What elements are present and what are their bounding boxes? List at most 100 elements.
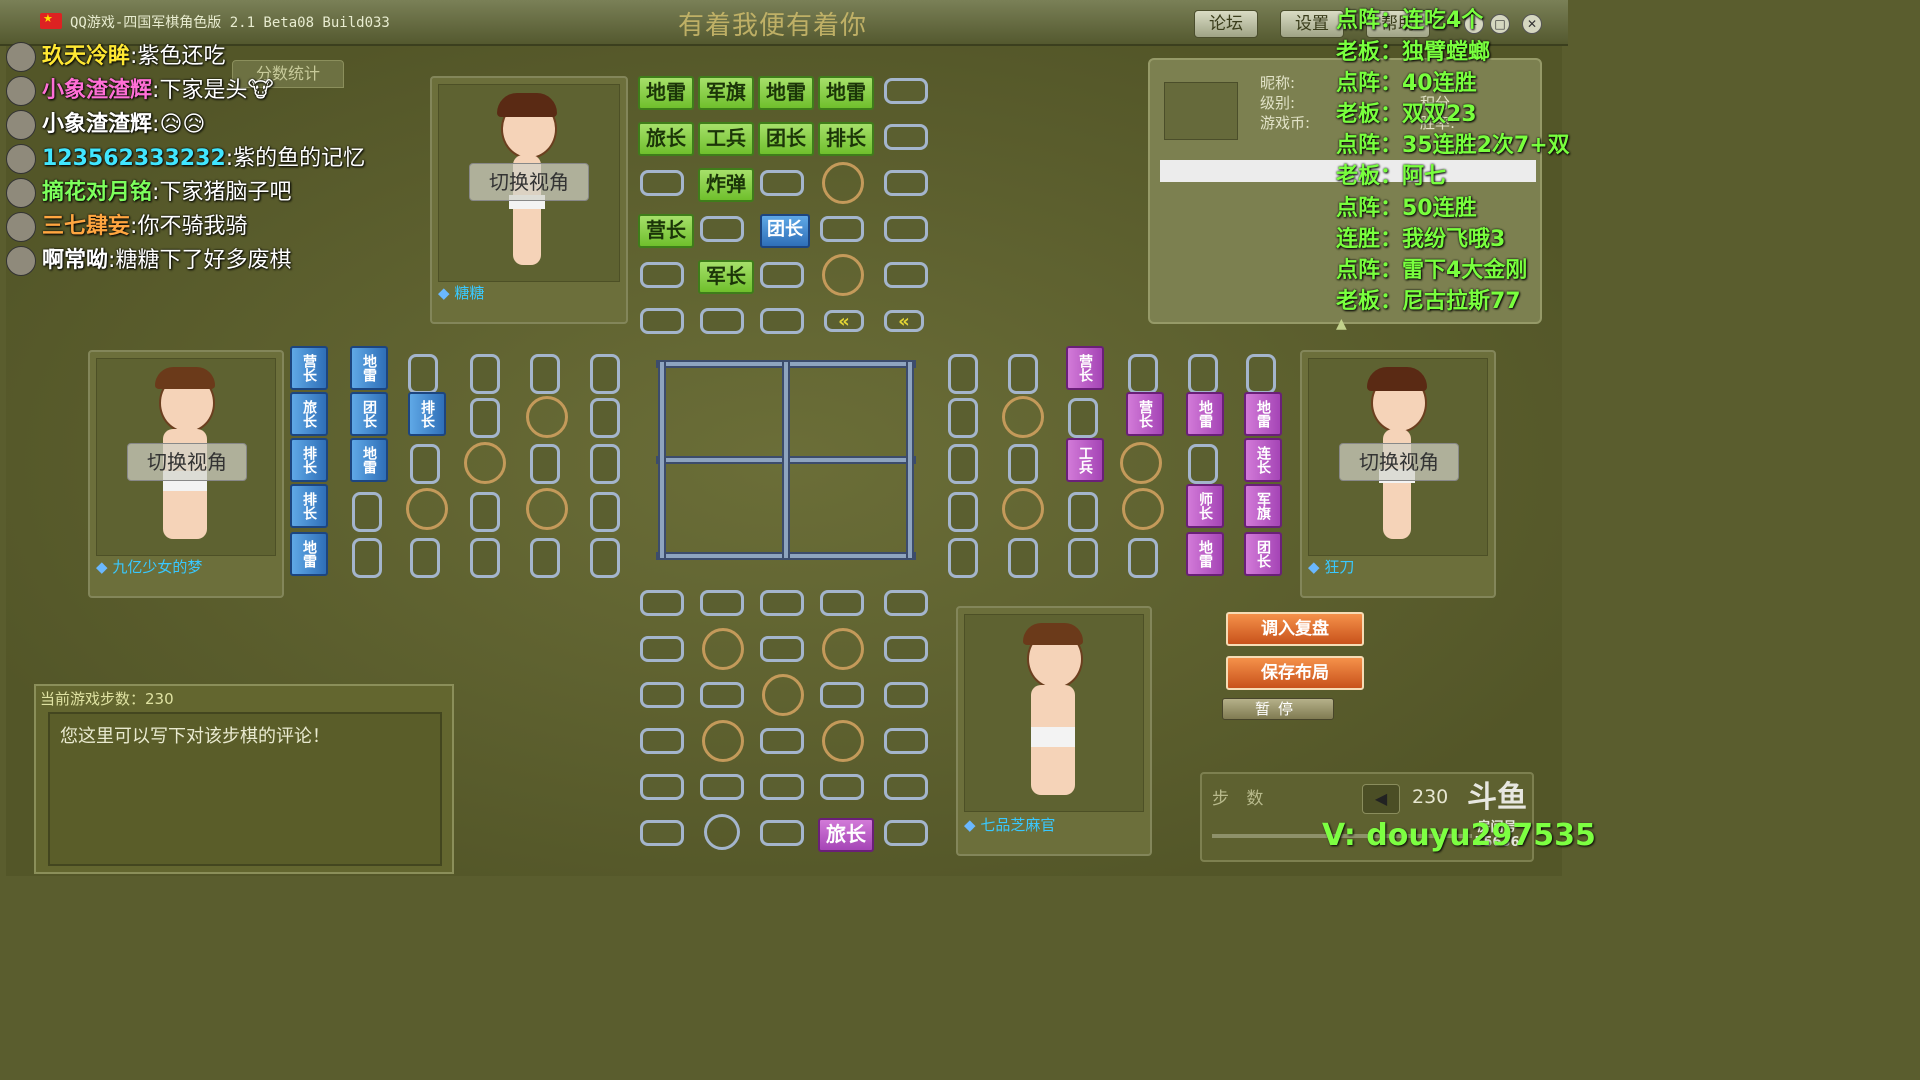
camp-circle[interactable] bbox=[464, 442, 506, 484]
piece-blue[interactable]: 排长 bbox=[290, 438, 328, 482]
board-post[interactable] bbox=[590, 538, 620, 578]
board-post[interactable] bbox=[410, 444, 440, 484]
board-post[interactable] bbox=[530, 538, 560, 578]
board-post[interactable] bbox=[884, 728, 928, 754]
piece-green[interactable]: 旅长 bbox=[638, 122, 694, 156]
piece-green[interactable]: 地雷 bbox=[818, 76, 874, 110]
camp-circle[interactable] bbox=[702, 628, 744, 670]
board-post[interactable] bbox=[590, 444, 620, 484]
piece-blue[interactable]: 排长 bbox=[408, 392, 446, 436]
switch-view-button-left[interactable]: 切换视角 bbox=[127, 443, 247, 481]
board-post[interactable] bbox=[820, 774, 864, 800]
camp-circle[interactable] bbox=[822, 720, 864, 762]
piece-blue[interactable]: 团长 bbox=[760, 214, 810, 248]
previous-step-button[interactable]: ◀ bbox=[1362, 784, 1400, 814]
board-post[interactable] bbox=[700, 590, 744, 616]
piece-purple[interactable]: 连长 bbox=[1244, 438, 1282, 482]
board-post[interactable] bbox=[884, 774, 928, 800]
camp-circle[interactable] bbox=[1002, 488, 1044, 530]
board-post[interactable] bbox=[408, 354, 438, 394]
maximize-icon[interactable]: □ bbox=[1490, 14, 1510, 34]
piece-blue[interactable]: 排长 bbox=[290, 484, 328, 528]
board-post[interactable] bbox=[590, 354, 620, 394]
camp-circle[interactable] bbox=[762, 674, 804, 716]
board-post[interactable] bbox=[760, 820, 804, 846]
piece-purple[interactable]: 营长 bbox=[1126, 392, 1164, 436]
piece-green[interactable]: 营长 bbox=[638, 214, 694, 248]
piece-green[interactable]: 团长 bbox=[758, 122, 814, 156]
board-post[interactable] bbox=[760, 308, 804, 334]
board-post[interactable] bbox=[760, 170, 804, 196]
piece-purple[interactable]: 旅长 bbox=[818, 818, 874, 852]
board-post[interactable] bbox=[884, 124, 928, 150]
piece-purple[interactable]: 地雷 bbox=[1244, 392, 1282, 436]
board-post[interactable] bbox=[700, 682, 744, 708]
piece-green[interactable]: 工兵 bbox=[698, 122, 754, 156]
board-post[interactable] bbox=[884, 682, 928, 708]
board-post[interactable] bbox=[470, 538, 500, 578]
board-post[interactable] bbox=[1128, 538, 1158, 578]
piece-blue[interactable]: 地雷 bbox=[350, 438, 388, 482]
camp-circle[interactable] bbox=[1002, 396, 1044, 438]
board-post[interactable] bbox=[1068, 538, 1098, 578]
board-post[interactable] bbox=[760, 636, 804, 662]
camp-circle[interactable] bbox=[526, 488, 568, 530]
camp-circle[interactable] bbox=[526, 396, 568, 438]
board-post[interactable] bbox=[884, 636, 928, 662]
board-post[interactable] bbox=[760, 728, 804, 754]
board-post[interactable] bbox=[1008, 538, 1038, 578]
piece-purple[interactable]: 地雷 bbox=[1186, 532, 1224, 576]
board-post[interactable] bbox=[640, 170, 684, 196]
board-post[interactable] bbox=[884, 216, 928, 242]
board-post[interactable] bbox=[820, 216, 864, 242]
board-post[interactable] bbox=[948, 538, 978, 578]
board-post[interactable] bbox=[640, 728, 684, 754]
board-post[interactable] bbox=[948, 492, 978, 532]
camp-circle[interactable] bbox=[822, 628, 864, 670]
piece-purple[interactable]: 地雷 bbox=[1186, 392, 1224, 436]
piece-blue[interactable]: 团长 bbox=[350, 392, 388, 436]
piece-purple[interactable]: 军旗 bbox=[1244, 484, 1282, 528]
board-post[interactable] bbox=[640, 590, 684, 616]
board-post[interactable] bbox=[1008, 444, 1038, 484]
piece-green[interactable]: 军旗 bbox=[698, 76, 754, 110]
board-post[interactable] bbox=[760, 590, 804, 616]
board-post[interactable] bbox=[1068, 492, 1098, 532]
collapse-arrow-icon[interactable]: ▲ bbox=[1336, 316, 1347, 332]
board-post[interactable] bbox=[1008, 354, 1038, 394]
board-post[interactable] bbox=[640, 682, 684, 708]
piece-blue[interactable]: 地雷 bbox=[350, 346, 388, 390]
board-post[interactable] bbox=[884, 170, 928, 196]
board-post[interactable] bbox=[948, 444, 978, 484]
piece-green[interactable]: 炸弹 bbox=[698, 168, 754, 202]
load-replay-button[interactable]: 调入复盘 bbox=[1226, 612, 1364, 646]
camp-circle[interactable] bbox=[702, 720, 744, 762]
board-post[interactable] bbox=[760, 262, 804, 288]
board-post[interactable] bbox=[700, 774, 744, 800]
board-post[interactable] bbox=[410, 538, 440, 578]
board-post[interactable] bbox=[884, 820, 928, 846]
piece-green[interactable]: 排长 bbox=[818, 122, 874, 156]
board-post[interactable] bbox=[1188, 444, 1218, 484]
board-post[interactable] bbox=[820, 590, 864, 616]
board-post[interactable] bbox=[760, 774, 804, 800]
board-post[interactable] bbox=[470, 398, 500, 438]
piece-blue[interactable]: 地雷 bbox=[290, 532, 328, 576]
board-post[interactable] bbox=[700, 216, 744, 242]
pause-button[interactable]: 暂停 bbox=[1222, 698, 1334, 720]
board-post[interactable] bbox=[640, 262, 684, 288]
settings-button[interactable]: 设置 bbox=[1280, 10, 1344, 38]
board-post[interactable] bbox=[884, 590, 928, 616]
board-post[interactable] bbox=[590, 492, 620, 532]
save-layout-button[interactable]: 保存布局 bbox=[1226, 656, 1364, 690]
board-post[interactable] bbox=[820, 682, 864, 708]
board-post[interactable] bbox=[884, 262, 928, 288]
board-post[interactable] bbox=[1246, 354, 1276, 394]
camp-circle[interactable] bbox=[822, 162, 864, 204]
camp-circle[interactable] bbox=[822, 254, 864, 296]
board-post[interactable] bbox=[470, 354, 500, 394]
board-post[interactable] bbox=[640, 774, 684, 800]
board-post[interactable] bbox=[640, 636, 684, 662]
forum-button[interactable]: 论坛 bbox=[1194, 10, 1258, 38]
board-post[interactable] bbox=[948, 354, 978, 394]
